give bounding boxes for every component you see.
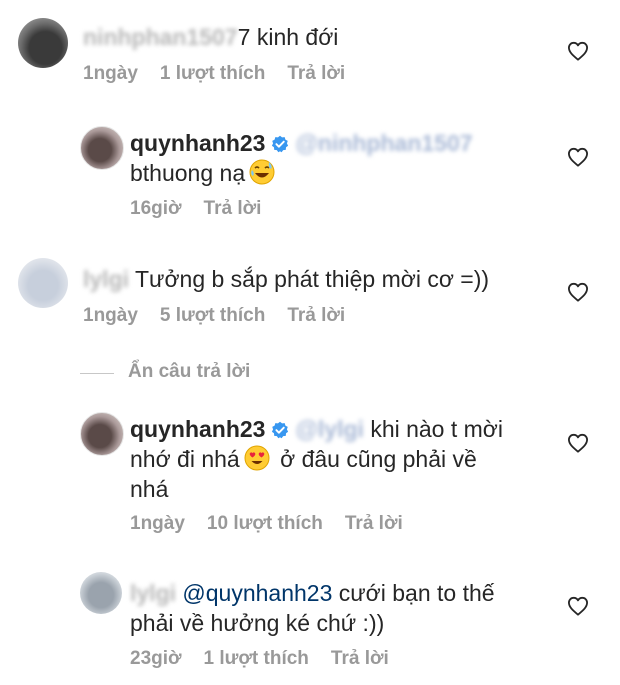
reply-meta-3: 23giờ 1 lượt thích Trả lời [130, 648, 411, 670]
username[interactable]: quynhanh23 [130, 416, 265, 442]
heart-icon[interactable] [567, 596, 589, 616]
reply-text-1: bthuong nạ [130, 158, 279, 189]
obscured-username[interactable]: lylgi [83, 264, 129, 295]
comment-text-2: lylgi Tưởng b sắp phát thiệp mời cơ =)) [83, 264, 489, 295]
verified-badge-icon [271, 421, 289, 439]
obscured-username[interactable]: lylgi [130, 578, 176, 609]
heart-icon[interactable] [567, 433, 589, 453]
heart-icon[interactable] [567, 147, 589, 167]
reply-button[interactable]: Trả lời [345, 513, 403, 534]
likes-count-link[interactable]: 10 lượt thích [207, 513, 323, 534]
heart-icon[interactable] [567, 41, 589, 61]
heart-eyes-emoji-icon [244, 445, 270, 471]
reply-header-1: quynhanh23 @ninhphan1507 [130, 128, 473, 159]
verified-badge-icon [271, 135, 289, 153]
obscured-mention[interactable]: @ninhphan1507 [295, 128, 472, 159]
comment-meta-2: 1ngày 5 lượt thích Trả lời [83, 305, 367, 327]
divider [80, 373, 114, 374]
reply-text-3-line1: lylgi @quynhanh23 cưới bạn to thế [130, 578, 495, 609]
avatar[interactable] [18, 18, 68, 68]
likes-count-link[interactable]: 5 lượt thích [160, 305, 265, 326]
hide-replies-button[interactable]: Ẩn câu trả lời [128, 361, 250, 383]
username[interactable]: quynhanh23 [130, 130, 265, 156]
reply-text-2-line2: nhớ đi nhá ở đâu cũng phải về [130, 445, 477, 472]
comment-time: 1ngày [83, 305, 138, 326]
avatar[interactable] [80, 126, 124, 170]
reply-text-2-line1: quynhanh23 @lylgi khi nào t mời [130, 414, 503, 445]
reply-meta-2: 1ngày 10 lượt thích Trả lời [130, 513, 425, 535]
obscured-mention[interactable]: @lylgi [295, 414, 363, 445]
avatar[interactable] [18, 258, 68, 308]
likes-count-link[interactable]: 1 lượt thích [204, 648, 309, 669]
reply-button[interactable]: Trả lời [331, 648, 389, 669]
comment-meta-1: 1ngày 1 lượt thích Trả lời [83, 63, 367, 85]
likes-count-link[interactable]: 1 lượt thích [160, 63, 265, 84]
heart-icon[interactable] [567, 282, 589, 302]
comment-time: 23giờ [130, 648, 182, 669]
comment-time: 16giờ [130, 198, 182, 219]
grinning-sweat-emoji-icon [249, 159, 275, 185]
reply-button[interactable]: Trả lời [287, 63, 345, 84]
reply-meta-1: 16giờ Trả lời [130, 198, 283, 220]
comment-text-1: ninhphan15077 kinh đới [83, 22, 338, 53]
reply-text-2-line3: nhá [130, 476, 169, 502]
avatar[interactable] [80, 572, 122, 614]
avatar[interactable] [80, 412, 124, 456]
comment-time: 1ngày [130, 513, 185, 534]
mention-link[interactable]: @quynhanh23 [182, 580, 332, 606]
reply-text-3-line2: phải về hưởng ké chứ :)) [130, 610, 385, 636]
obscured-username[interactable]: ninhphan1507 [83, 22, 238, 53]
reply-button[interactable]: Trả lời [287, 305, 345, 326]
reply-button[interactable]: Trả lời [204, 198, 262, 219]
comment-time: 1ngày [83, 63, 138, 84]
